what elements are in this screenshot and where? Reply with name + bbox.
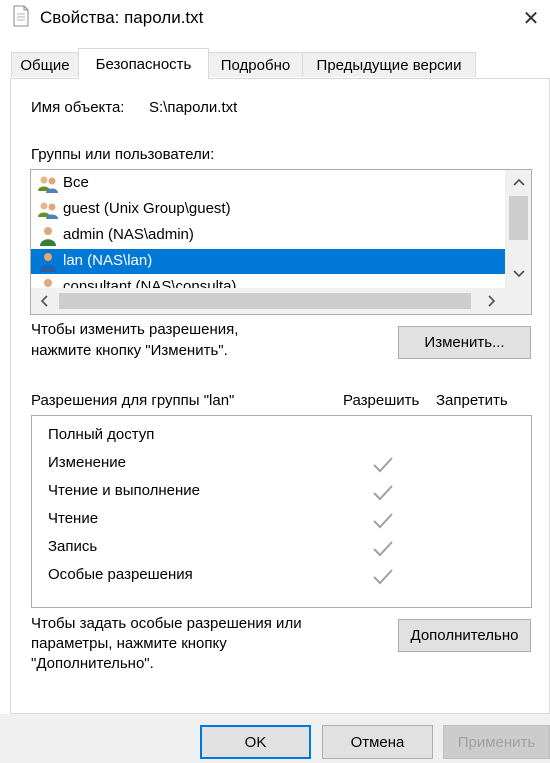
user-icon: [40, 227, 56, 246]
permission-name: Чтение: [48, 510, 99, 527]
scroll-left-button[interactable]: [31, 288, 57, 314]
window-title: Свойства: пароли.txt: [40, 8, 204, 27]
cancel-button[interactable]: Отмена: [322, 725, 433, 759]
object-name-label: Имя объекта:: [31, 99, 125, 116]
checkmark-icon: [373, 541, 393, 557]
group-users-icon: [38, 176, 58, 193]
horizontal-scrollbar[interactable]: [31, 288, 505, 314]
list-item-label: admin (NAS\admin): [63, 226, 194, 243]
tab-details[interactable]: Подробно: [208, 52, 303, 77]
vertical-scrollbar[interactable]: [505, 170, 531, 288]
chevron-left-icon: [40, 295, 48, 307]
deny-column-header: Запретить: [436, 392, 508, 409]
permission-name: Запись: [48, 538, 98, 555]
list-item-consultant[interactable]: consultant (NAS\consulta): [31, 275, 505, 288]
close-button[interactable]: ✕: [512, 2, 550, 34]
groups-list[interactable]: Все guest (Unix Group\guest) admin (NAS\…: [30, 169, 532, 315]
text-file-icon: [13, 5, 29, 27]
user-icon: [40, 253, 56, 272]
list-item-admin[interactable]: admin (NAS\admin): [31, 223, 505, 248]
permission-row-read: Чтение: [32, 508, 531, 536]
ok-button[interactable]: OK: [200, 725, 311, 759]
allow-column-header: Разрешить: [343, 392, 420, 409]
object-name-value: S:\пароли.txt: [149, 99, 238, 116]
chevron-down-icon: [512, 270, 525, 278]
scroll-down-button[interactable]: [505, 262, 531, 286]
permission-row-read-execute: Чтение и выполнение: [32, 480, 531, 508]
advanced-button[interactable]: Дополнительно: [398, 619, 531, 652]
checkmark-icon: [373, 485, 393, 501]
apply-button[interactable]: Применить: [443, 725, 550, 759]
permissions-header: Разрешения для группы "lan": [31, 392, 235, 409]
tab-general[interactable]: Общие: [11, 52, 79, 77]
scroll-up-button[interactable]: [505, 170, 531, 194]
list-item-everyone[interactable]: Все: [31, 171, 505, 196]
chevron-right-icon: [488, 295, 496, 307]
horizontal-scroll-thumb[interactable]: [59, 293, 471, 309]
groups-list-viewport: Все guest (Unix Group\guest) admin (NAS\…: [31, 170, 505, 288]
tab-security[interactable]: Безопасность: [78, 48, 209, 79]
change-hint-line1: Чтобы изменить разрешения,: [31, 321, 239, 338]
permission-name: Изменение: [48, 454, 126, 471]
scroll-right-button[interactable]: [479, 288, 505, 314]
permissions-list: Полный доступ Изменение Чтение и выполне…: [31, 415, 532, 608]
change-hint-line2: нажмите кнопку "Изменить".: [31, 342, 228, 359]
list-item-guest[interactable]: guest (Unix Group\guest): [31, 197, 505, 222]
close-icon: ✕: [522, 7, 540, 30]
user-icon: [44, 279, 52, 287]
list-item-label: consultant (NAS\consulta): [63, 278, 237, 288]
scrollbar-corner: [505, 288, 531, 314]
groups-label: Группы или пользователи:: [31, 146, 215, 163]
chevron-up-icon: [512, 178, 525, 186]
checkmark-icon: [373, 513, 393, 529]
list-item-label: lan (NAS\lan): [63, 252, 153, 269]
title-bar: Свойства: пароли.txt ✕: [0, 0, 550, 38]
permission-name: Особые разрешения: [48, 566, 193, 583]
permission-name: Полный доступ: [48, 426, 155, 443]
advanced-hint-line3: "Дополнительно".: [31, 655, 154, 672]
permission-row-full-control: Полный доступ: [32, 424, 531, 452]
advanced-hint-line2: параметры, нажмите кнопку: [31, 635, 227, 652]
group-users-icon: [38, 202, 58, 219]
list-item-lan[interactable]: lan (NAS\lan): [31, 249, 505, 274]
change-button[interactable]: Изменить...: [398, 326, 531, 359]
tab-strip: Общие Безопасность Подробно Предыдущие в…: [0, 48, 550, 79]
permission-row-special: Особые разрешения: [32, 564, 531, 592]
permission-name: Чтение и выполнение: [48, 482, 201, 499]
dialog-footer: OK Отмена Применить: [0, 714, 550, 763]
list-item-label: Все: [63, 174, 89, 191]
tab-previous-versions[interactable]: Предыдущие версии: [302, 52, 476, 77]
checkmark-icon: [373, 569, 393, 585]
checkmark-icon: [373, 457, 393, 473]
permission-row-modify: Изменение: [32, 452, 531, 480]
permission-row-write: Запись: [32, 536, 531, 564]
advanced-hint-line1: Чтобы задать особые разрешения или: [31, 615, 302, 632]
vertical-scroll-thumb[interactable]: [509, 196, 528, 240]
list-item-label: guest (Unix Group\guest): [63, 200, 231, 217]
